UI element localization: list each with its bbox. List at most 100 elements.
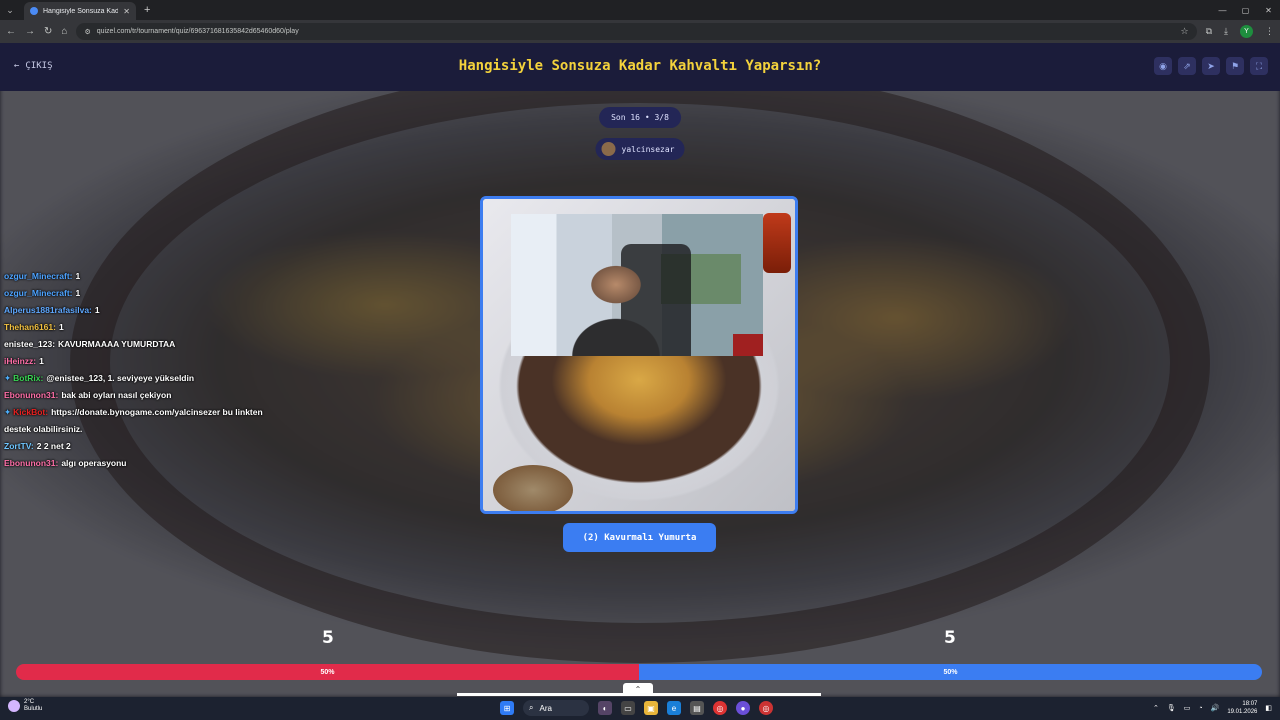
close-window-icon[interactable]: ✕ — [1257, 6, 1280, 15]
user-name: yalcinsezar — [621, 144, 675, 154]
address-bar[interactable]: ⚙ quizel.com/tr/tournament/quiz/69637168… — [76, 23, 1197, 40]
chrome-profile-icon[interactable]: ◎ — [759, 701, 773, 715]
flag-icon[interactable]: ⚑ — [1226, 57, 1244, 75]
clock-date: 19.01.2026 — [1227, 709, 1258, 715]
bookmark-star-icon[interactable]: ☆ — [1181, 26, 1189, 37]
maximize-icon[interactable]: ▢ — [1234, 6, 1257, 15]
chat-text: algı operasyonu — [61, 458, 127, 468]
tab-title: Hangisiyle Sonsuza Kadar Kahv... — [43, 7, 119, 15]
tray-expand-icon[interactable]: ⌃ — [1153, 704, 1159, 712]
volume-icon[interactable]: 🔊 — [1211, 704, 1220, 712]
round-badge: Son 16 • 3/8 — [599, 107, 681, 128]
vote-bar-left: 50% — [16, 664, 639, 680]
notification-icon[interactable]: ◧ — [1265, 704, 1272, 712]
browser-tab[interactable]: Hangisiyle Sonsuza Kadar Kahv... ✕ — [24, 2, 136, 20]
browser-tab-bar: ⌄ Hangisiyle Sonsuza Kadar Kahv... ✕ + —… — [0, 0, 1280, 20]
quiz-title: Hangisiyle Sonsuza Kadar Kahvaltı Yapars… — [458, 58, 822, 74]
profile-avatar[interactable]: Y — [1240, 25, 1253, 38]
taskbar-search[interactable]: ⌕ Ara — [523, 700, 589, 716]
forward-icon[interactable]: → — [25, 26, 35, 37]
spice-bowl-shape — [493, 465, 573, 511]
chat-text: @enistee_123, 1. seviyeye yükseldin — [46, 373, 195, 383]
new-tab-icon[interactable]: + — [144, 4, 150, 16]
extensions-icon[interactable]: ⧉ — [1206, 26, 1212, 37]
chrome-icon[interactable]: ◎ — [713, 701, 727, 715]
chat-text: 1 — [39, 356, 44, 366]
network-icon[interactable]: ▭ — [1184, 704, 1191, 712]
store-icon[interactable]: ▤ — [690, 701, 704, 715]
chat-username: BotRix: — [13, 373, 44, 383]
task-view-icon[interactable]: ▭ — [621, 701, 635, 715]
clock-time: 18:07 — [1242, 701, 1258, 707]
vote-bar: 50% 50% — [16, 664, 1262, 680]
edge-icon[interactable]: e — [667, 701, 681, 715]
chat-username: enistee_123: — [4, 339, 56, 349]
choice-button[interactable]: (2) Kavurmalı Yumurta — [563, 523, 716, 552]
window-controls: — ▢ ✕ — [1211, 6, 1280, 15]
system-tray: ⌃ 🎙 ▭ ◔ 🔊 18:07 19.01.2026 ◧ — [1153, 700, 1272, 716]
file-explorer-icon[interactable]: ▣ — [644, 701, 658, 715]
chat-badge-icon: ✦ — [4, 407, 12, 417]
vote-bar-right: 50% — [639, 664, 1262, 680]
mic-icon[interactable]: 🎙 — [1167, 704, 1176, 712]
chat-message: Ebonunon31: bak abi oyları nasıl çekiyon — [4, 387, 264, 404]
chat-message: Thehan6161: 1 — [4, 319, 264, 336]
quiz-header: ← ÇIKIŞ Hangisiyle Sonsuza Kadar Kahvalt… — [0, 43, 1280, 91]
webcam-overlay — [511, 214, 763, 356]
chat-text: KAVURMAAAA YUMURDTAA — [58, 339, 176, 349]
browser-toolbar: ← → ↻ ⌂ ⚙ quizel.com/tr/tournament/quiz/… — [0, 20, 1280, 43]
header-actions: ◉ ⇗ ➤ ⚑ ⛶ — [1154, 57, 1268, 75]
chat-message: ozgur_Minecraft: 1 — [4, 268, 264, 285]
tab-search-icon[interactable]: ⌄ — [0, 0, 20, 20]
chat-text: 2 2 net 2 — [36, 441, 71, 451]
chat-message: Alperus1881rafasilva: 1 — [4, 302, 264, 319]
choice-image-card[interactable] — [480, 196, 798, 514]
fullscreen-icon[interactable]: ⛶ — [1250, 57, 1268, 75]
send-icon[interactable]: ➤ — [1202, 57, 1220, 75]
minimize-icon[interactable]: — — [1211, 6, 1234, 15]
obs-icon[interactable]: ● — [736, 701, 750, 715]
eye-icon[interactable]: ◉ — [1154, 57, 1172, 75]
share-icon[interactable]: ⇗ — [1178, 57, 1196, 75]
chat-text: bak abi oyları nasıl çekiyon — [61, 390, 172, 400]
quiz-page: ← ÇIKIŞ Hangisiyle Sonsuza Kadar Kahvalt… — [0, 43, 1280, 697]
chat-text: 1 — [94, 305, 100, 315]
chat-badge-icon: ✦ — [4, 373, 12, 383]
chat-username: iHeinzz: — [4, 356, 37, 366]
streamer-figure — [571, 254, 661, 356]
weather-desc: Bulutlu — [24, 706, 43, 712]
chat-username: ozgur_Minecraft: — [4, 288, 73, 298]
chat-text: 1 — [75, 288, 81, 298]
chat-message: iHeinzz: 1 — [4, 353, 264, 370]
widgets-icon[interactable]: ◐ — [598, 701, 612, 715]
chat-message: ZortTV: 2 2 net 2 — [4, 438, 264, 455]
back-icon[interactable]: ← — [6, 26, 16, 37]
site-info-icon[interactable]: ⚙ — [84, 28, 90, 36]
close-tab-icon[interactable]: ✕ — [123, 7, 130, 16]
weather-widget[interactable]: 2°C Bulutlu — [8, 699, 42, 713]
chat-message: Ebonunon31: algı operasyonu — [4, 455, 264, 472]
chat-username: ZortTV: — [4, 441, 34, 451]
chat-message: enistee_123: KAVURMAAAA YUMURDTAA — [4, 336, 264, 353]
chat-text: 1 — [58, 322, 64, 332]
chat-username: ozgur_Minecraft: — [4, 271, 73, 281]
weather-temp: 2°C — [24, 699, 35, 705]
toolbar-right-icons: ⧉ ⤓ Y ⋮ — [1206, 25, 1274, 38]
chat-username: Thehan6161: — [4, 322, 56, 332]
tea-glass-shape — [763, 213, 791, 273]
left-score: 5 — [322, 628, 334, 648]
clock[interactable]: 18:07 19.01.2026 — [1227, 700, 1257, 716]
start-icon[interactable]: ⊞ — [500, 701, 514, 715]
user-badge: yalcinsezar — [595, 138, 685, 160]
browser-menu-icon[interactable]: ⋮ — [1265, 26, 1274, 37]
chat-message: ✦ BotRix: @enistee_123, 1. seviyeye yüksel… — [4, 370, 264, 387]
home-icon[interactable]: ⌂ — [61, 26, 67, 37]
wifi-icon[interactable]: ◔ — [1198, 705, 1202, 712]
download-icon[interactable]: ⤓ — [1224, 26, 1228, 37]
right-score: 5 — [944, 628, 956, 648]
chat-username: Alperus1881rafasilva: — [4, 305, 92, 315]
reload-icon[interactable]: ↻ — [44, 26, 52, 37]
search-icon: ⌕ — [529, 703, 534, 712]
chat-text: 1 — [75, 271, 81, 281]
chat-username: Ebonunon31: — [4, 458, 59, 468]
